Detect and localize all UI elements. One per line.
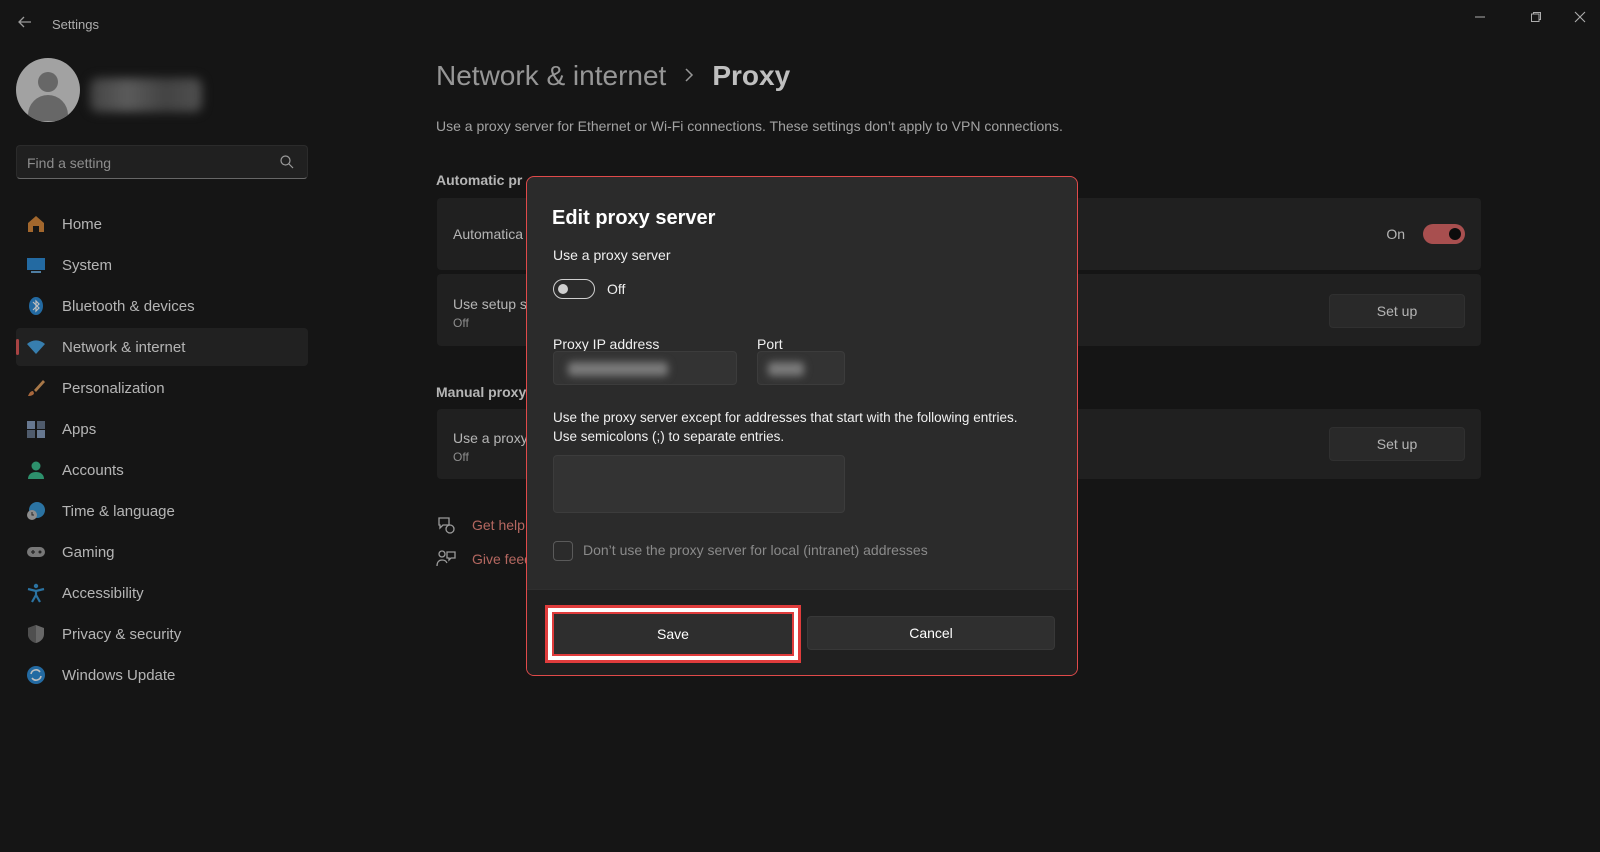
port-input[interactable] xyxy=(757,351,845,385)
local-addresses-label: Don’t use the proxy server for local (in… xyxy=(583,542,928,558)
proxy-ip-input[interactable] xyxy=(553,351,737,385)
port-value-blurred xyxy=(768,362,804,376)
exceptions-textarea[interactable] xyxy=(553,455,845,513)
save-button-highlight: Save xyxy=(545,605,801,663)
cancel-button[interactable]: Cancel xyxy=(807,616,1055,650)
edit-proxy-dialog: Edit proxy server Use a proxy server Off… xyxy=(526,176,1078,676)
proxy-ip-value-blurred xyxy=(568,362,668,376)
port-label: Port xyxy=(757,336,783,352)
use-proxy-label: Use a proxy server xyxy=(553,247,671,263)
exceptions-description-2: Use semicolons (;) to separate entries. xyxy=(553,429,785,444)
use-proxy-state: Off xyxy=(607,281,626,297)
proxy-ip-label: Proxy IP address xyxy=(553,336,660,352)
use-proxy-toggle[interactable] xyxy=(553,279,595,299)
dialog-title: Edit proxy server xyxy=(552,207,716,229)
dialog-footer: Save Cancel xyxy=(527,589,1077,675)
save-button[interactable]: Save xyxy=(552,612,794,656)
local-addresses-checkbox[interactable] xyxy=(553,541,573,561)
exceptions-description-1: Use the proxy server except for addresse… xyxy=(553,410,1018,425)
